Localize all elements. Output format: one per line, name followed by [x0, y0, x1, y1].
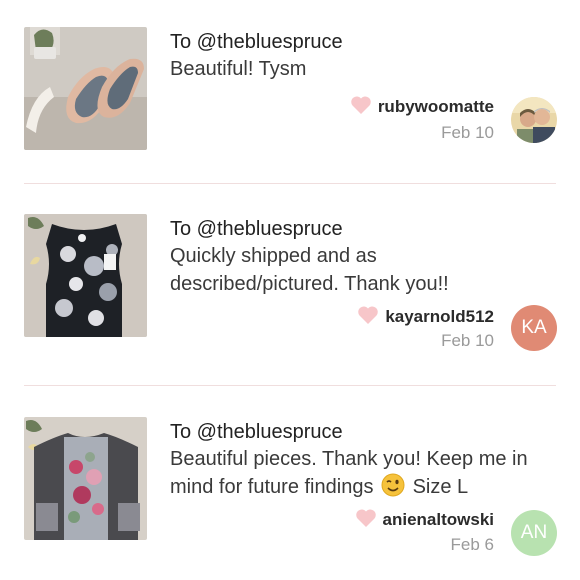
review-comment: Beautiful pieces. Thank you! Keep me in …	[170, 445, 555, 505]
recipient-label: To @thebluespruce	[170, 421, 343, 443]
heart-icon	[350, 95, 372, 120]
review-text: To @thebluespruce Beautiful pieces. Than…	[170, 419, 555, 505]
avatar-photo	[511, 97, 557, 143]
author-row[interactable]: rubywoomatte	[350, 95, 494, 119]
review-text: To @thebluespruce Beautiful! Tysm	[170, 29, 555, 83]
floral-top-image	[24, 214, 147, 337]
comment-text-line: mind for future findings Size L	[170, 473, 555, 505]
review-date: Feb 6	[450, 535, 494, 554]
reviewer-username[interactable]: rubywoomatte	[378, 97, 494, 117]
author-row[interactable]: kayarnold512	[357, 305, 494, 329]
reviewer-username[interactable]: anienaltowski	[383, 510, 494, 530]
winking-face-emoji-icon	[381, 473, 405, 505]
avatar[interactable]: AN	[511, 510, 557, 556]
review-date: Feb 10	[441, 123, 494, 142]
comment-text: Size L	[412, 476, 469, 498]
sweater-image	[24, 417, 147, 540]
heart-icon	[357, 305, 379, 330]
avatar[interactable]: KA	[511, 305, 557, 351]
avatar[interactable]	[511, 97, 557, 143]
shoes-image	[24, 27, 147, 150]
recipient-label: To @thebluespruce	[170, 218, 343, 240]
listing-thumbnail[interactable]	[24, 214, 147, 337]
heart-icon	[355, 508, 377, 533]
reviewer-username[interactable]: kayarnold512	[385, 307, 494, 327]
listing-thumbnail[interactable]	[24, 417, 147, 540]
comment-text: Beautiful! Tysm	[170, 58, 307, 80]
review-item: To @thebluespruce Beautiful! Tysm rubywo…	[0, 0, 580, 182]
comment-text-line: Beautiful pieces. Thank you! Keep me in	[170, 448, 528, 470]
review-feed: To @thebluespruce Beautiful! Tysm rubywo…	[0, 0, 580, 580]
review-date: Feb 10	[441, 331, 494, 350]
listing-thumbnail[interactable]	[24, 27, 147, 150]
avatar-initials: KA	[521, 317, 547, 338]
review-comment: Beautiful! Tysm	[170, 55, 555, 83]
review-item: To @thebluespruce Quickly shipped and as…	[0, 187, 580, 369]
avatar-initials: AN	[520, 522, 548, 543]
comment-text: mind for future findings	[170, 476, 374, 498]
comment-text-line: Quickly shipped and as	[170, 245, 377, 267]
author-row[interactable]: anienaltowski	[355, 508, 494, 532]
review-comment: Quickly shipped and as described/picture…	[170, 242, 555, 298]
review-text: To @thebluespruce Quickly shipped and as…	[170, 216, 555, 298]
recipient-label: To @thebluespruce	[170, 31, 343, 53]
divider	[24, 385, 556, 386]
review-item: To @thebluespruce Beautiful pieces. Than…	[0, 390, 580, 572]
divider	[24, 183, 556, 184]
comment-text-line: described/pictured. Thank you!!	[170, 273, 449, 295]
